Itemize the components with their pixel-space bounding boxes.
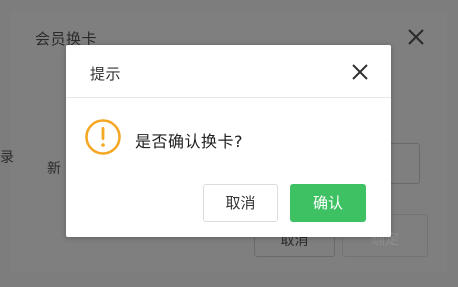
background-new-card-label: 新 bbox=[47, 161, 61, 177]
cancel-button[interactable]: 取消 bbox=[203, 184, 278, 222]
modal-message: 是否确认换卡? bbox=[135, 132, 243, 151]
close-icon[interactable] bbox=[350, 62, 370, 82]
modal-header: 提示 bbox=[66, 45, 391, 98]
background-close-icon[interactable] bbox=[405, 26, 427, 48]
warning-icon bbox=[85, 119, 121, 155]
modal-title: 提示 bbox=[90, 65, 122, 83]
confirm-button[interactable]: 确认 bbox=[290, 184, 366, 222]
confirm-modal: 提示 是否确认换卡? 取消 确认 bbox=[66, 45, 391, 237]
background-field-label: 录 bbox=[0, 150, 14, 166]
